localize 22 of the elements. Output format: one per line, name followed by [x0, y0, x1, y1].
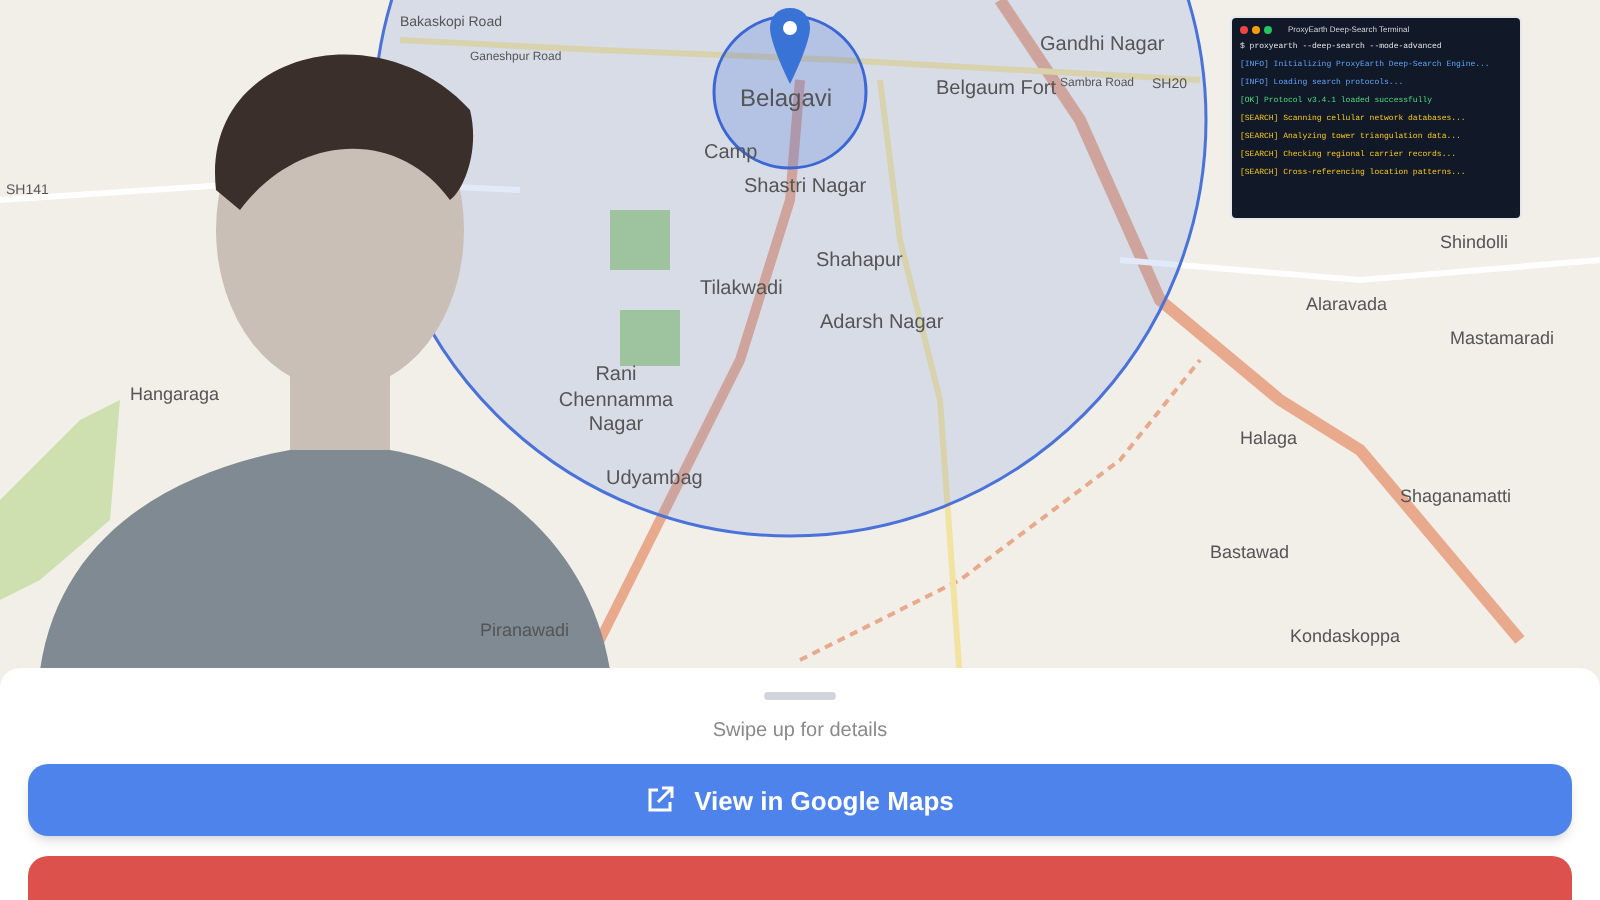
map-place-label: Halaga: [1240, 428, 1298, 451]
map-place-label: Tilakwadi: [700, 278, 783, 303]
map-place-label: Udyambag: [606, 468, 703, 493]
map-place-label: Shahapur: [816, 250, 903, 275]
view-in-maps-button[interactable]: View in Google Maps: [28, 764, 1572, 837]
map-place-label: Mastamaradi: [1450, 328, 1555, 351]
map-place-label: Belgaum Fort: [936, 78, 1057, 103]
map-place-label: Hangaraga: [130, 384, 220, 407]
map-place-label: Alaravada: [1306, 294, 1388, 317]
sheet-handle[interactable]: [764, 692, 836, 701]
map-place-label: Kondaskoppa: [1290, 626, 1401, 649]
external-link-icon: [646, 786, 675, 815]
map-place-label: Shindolli: [1440, 232, 1509, 255]
map-place-label: Shastri Nagar: [744, 176, 867, 201]
map-place-label: Bastawad: [1210, 542, 1290, 565]
map-place-label: Gandhi Nagar: [1040, 34, 1165, 59]
map-place-label: Rani Chennamma Nagar: [556, 364, 676, 439]
location-pin-icon: [770, 8, 810, 84]
map-place-label: Piranawadi: [480, 620, 570, 643]
swipe-hint: Swipe up for details: [712, 718, 888, 747]
map-place-label: Belagavi: [740, 84, 833, 114]
map-place-label: Adarsh Nagar: [820, 312, 944, 337]
